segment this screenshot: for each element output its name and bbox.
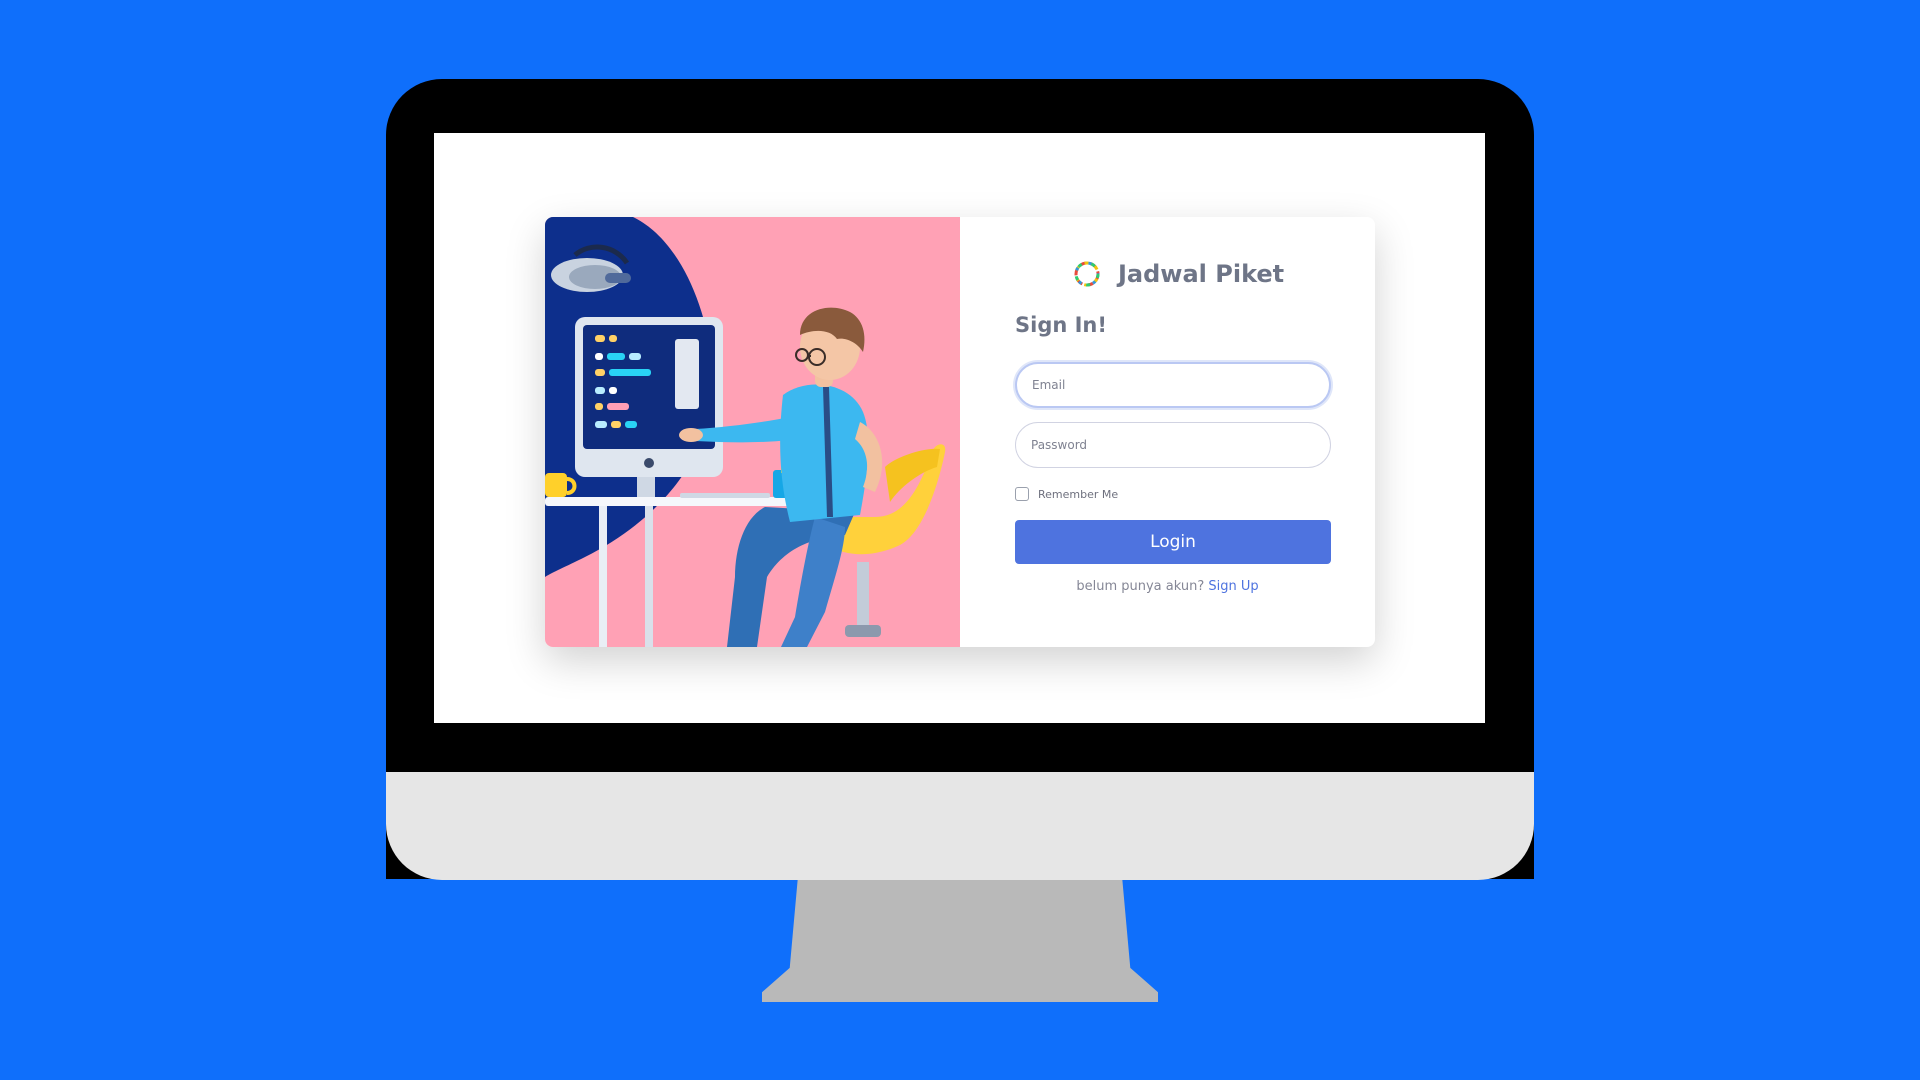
remember-me-label: Remember Me	[1038, 487, 1119, 501]
remember-me-checkbox[interactable]	[1015, 487, 1029, 501]
login-form: Jadwal Piket Sign In! Remember Me Login …	[960, 217, 1375, 647]
email-input[interactable]	[1015, 362, 1331, 408]
brand-name: Jadwal Piket	[1118, 260, 1285, 288]
monitor-chin	[386, 772, 1534, 880]
signup-link[interactable]: Sign Up	[1208, 579, 1258, 594]
sign-in-heading: Sign In!	[1015, 313, 1107, 337]
monitor-stand	[762, 880, 1158, 1002]
ring-logo-icon	[1074, 261, 1100, 287]
illustration-panel	[545, 217, 960, 647]
remember-me[interactable]: Remember Me	[1015, 487, 1118, 501]
login-card: Jadwal Piket Sign In! Remember Me Login …	[545, 217, 1375, 647]
signup-prompt: belum punya akun? Sign Up	[960, 579, 1375, 594]
desktop-background: Jadwal Piket Sign In! Remember Me Login …	[0, 0, 1920, 1080]
brand: Jadwal Piket	[1072, 259, 1284, 289]
developer-at-desk-illustration	[545, 217, 946, 647]
signup-prompt-text: belum punya akun?	[1076, 579, 1205, 594]
monitor-screen: Jadwal Piket Sign In! Remember Me Login …	[434, 133, 1485, 723]
login-button[interactable]: Login	[1015, 520, 1331, 564]
password-input[interactable]	[1015, 422, 1331, 468]
